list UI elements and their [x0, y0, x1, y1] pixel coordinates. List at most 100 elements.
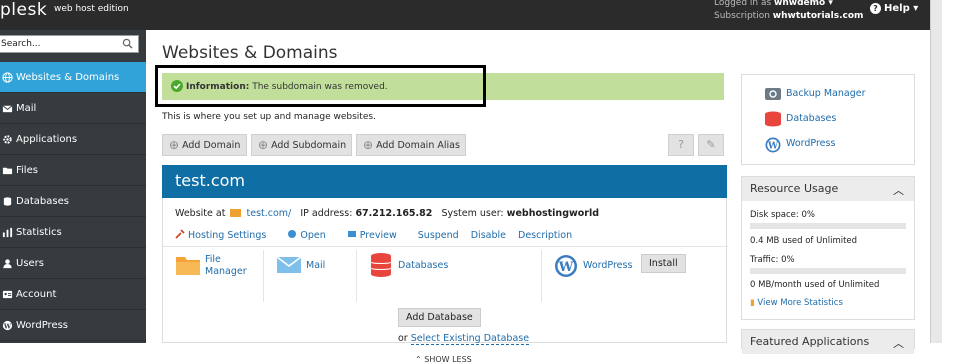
- suspend-link[interactable]: Suspend: [418, 230, 459, 241]
- wordpress-link[interactable]: WordPress: [583, 260, 632, 271]
- domain-name[interactable]: test.com: [175, 171, 245, 190]
- gear-icon: [3, 134, 12, 144]
- backup-icon: [765, 88, 781, 100]
- chevron-up-icon[interactable]: ︿: [893, 182, 904, 198]
- sidebar-item-mail[interactable]: Mail: [0, 93, 146, 124]
- intro-text: This is where you set up and manage webs…: [162, 112, 376, 122]
- open-icon: [288, 230, 297, 238]
- scrollbar[interactable]: [930, 0, 942, 343]
- show-less-toggle[interactable]: ⌃ SHOW LESS: [415, 355, 472, 364]
- domain-actions: Hosting Settings Open Preview Suspend Di…: [175, 229, 581, 241]
- disk-space-label: Disk space: 0%: [750, 210, 815, 220]
- sidebar-item-databases[interactable]: Databases: [0, 186, 146, 217]
- wrench-icon: ✎: [706, 138, 716, 151]
- site-link[interactable]: test.com/: [247, 208, 292, 219]
- add-database-button[interactable]: Add Database: [398, 308, 481, 327]
- disk-usage-bar: [750, 223, 906, 229]
- resource-usage-panel: Resource Usage ︿ Disk space: 0% 0.4 MB us…: [741, 176, 915, 320]
- preview-link[interactable]: Preview: [347, 230, 406, 241]
- highlight-box: [155, 65, 486, 107]
- wordpress-icon: W: [555, 255, 577, 277]
- sidebar-item-statistics[interactable]: Statistics: [0, 217, 146, 248]
- folder-icon: [230, 209, 242, 217]
- featured-applications-header[interactable]: Featured Applications ︿: [742, 330, 914, 354]
- select-existing-database-link[interactable]: Select Existing Database: [410, 333, 530, 345]
- install-button[interactable]: Install: [641, 254, 686, 273]
- folder-icon: [2, 167, 13, 174]
- mail-icon: [2, 104, 13, 112]
- plus-icon: ⊕: [169, 138, 180, 152]
- quick-links-panel: Backup Manager Databases W WordPress: [741, 74, 915, 165]
- view-more-statistics-link[interactable]: ▮ View More Statistics: [750, 298, 843, 308]
- divider: [541, 250, 542, 302]
- sidebar-item-files[interactable]: Files: [0, 155, 146, 186]
- edition-label: web host edition: [54, 4, 129, 14]
- plesk-logo[interactable]: plesk: [0, 0, 47, 20]
- page-title: Websites & Domains: [162, 43, 338, 63]
- search-input[interactable]: Search...: [0, 35, 139, 53]
- divider: [163, 246, 728, 247]
- database-icon: [765, 111, 781, 127]
- sidebar-item-account[interactable]: Account: [0, 279, 146, 310]
- subscription-menu[interactable]: whwtutorials.com: [773, 11, 864, 21]
- sidebar-item-websites-domains[interactable]: Websites & Domains: [0, 62, 146, 93]
- database-icon: [370, 253, 392, 277]
- wordpress-icon: W: [3, 320, 13, 330]
- backup-manager-link[interactable]: Backup Manager: [786, 88, 865, 99]
- svg-text:W: W: [558, 260, 574, 275]
- chart-icon: [2, 227, 13, 237]
- database-icon: [3, 196, 12, 206]
- databases-quick-link[interactable]: Databases: [786, 113, 836, 124]
- sidebar-item-wordpress[interactable]: W WordPress: [0, 310, 146, 341]
- hosting-settings-link[interactable]: Hosting Settings: [175, 229, 275, 241]
- traffic-value: 0 MB/month used of Unlimited: [750, 280, 880, 290]
- databases-link[interactable]: Databases: [398, 260, 448, 271]
- divider: [263, 250, 264, 302]
- mail-icon: [276, 256, 302, 273]
- divider: [356, 250, 357, 302]
- globe-icon: [2, 71, 13, 83]
- search-icon[interactable]: [122, 38, 133, 49]
- chart-icon: ▮: [750, 298, 755, 308]
- domain-info-row: Website at test.com/ IP address: 67.212.…: [175, 208, 600, 219]
- preview-icon: [347, 231, 356, 237]
- wordpress-icon: W: [765, 137, 781, 153]
- add-subdomain-button[interactable]: ⊕ Add Subdomain: [251, 134, 352, 156]
- open-link[interactable]: Open: [287, 230, 334, 241]
- domain-panel: Website at test.com/ IP address: 67.212.…: [162, 198, 728, 364]
- sidebar-nav: Websites & Domains Mail Applications Fil…: [0, 62, 146, 341]
- user-icon: [3, 258, 12, 268]
- file-manager-link[interactable]: File Manager: [205, 254, 247, 278]
- add-domain-button[interactable]: ⊕ Add Domain: [162, 134, 247, 156]
- user-menu[interactable]: whwdemo ▾: [774, 0, 833, 8]
- svg-text:W: W: [767, 142, 779, 152]
- account-info: Logged in as whwdemo ▾ Subscription whwt…: [714, 0, 864, 21]
- description-link[interactable]: Description: [518, 230, 572, 241]
- chevron-up-icon[interactable]: ︿: [893, 335, 904, 351]
- add-domain-alias-button[interactable]: ⊕ Add Domain Alias: [356, 134, 466, 156]
- system-user: webhostingworld: [506, 208, 600, 219]
- plus-icon: ⊕: [258, 138, 269, 152]
- top-bar: plesk web host edition Logged in as whwd…: [0, 0, 930, 30]
- tools-button[interactable]: ✎: [698, 134, 724, 156]
- file-manager-icon: [176, 257, 200, 275]
- domain-header: test.com: [162, 165, 727, 198]
- traffic-label: Traffic: 0%: [750, 255, 795, 265]
- window-edge: [930, 0, 971, 343]
- tools-icon: [175, 229, 185, 239]
- account-icon: [2, 290, 13, 298]
- help-button[interactable]: ?: [668, 134, 694, 156]
- featured-applications-panel: Featured Applications ︿: [741, 329, 915, 354]
- ip-address: 67.212.165.82: [355, 208, 433, 219]
- sidebar: Search... Websites & Domains Mail Applic…: [0, 30, 146, 343]
- mail-link[interactable]: Mail: [306, 260, 325, 271]
- plus-icon: ⊕: [363, 138, 374, 152]
- traffic-usage-bar: [750, 268, 906, 274]
- wordpress-quick-link[interactable]: WordPress: [786, 138, 835, 149]
- help-menu[interactable]: ? Help ▾: [870, 3, 918, 14]
- sidebar-item-users[interactable]: Users: [0, 248, 146, 279]
- sidebar-item-applications[interactable]: Applications: [0, 124, 146, 155]
- resource-usage-header[interactable]: Resource Usage ︿: [742, 177, 914, 201]
- disable-link[interactable]: Disable: [471, 230, 506, 241]
- disk-space-value: 0.4 MB used of Unlimited: [750, 236, 858, 246]
